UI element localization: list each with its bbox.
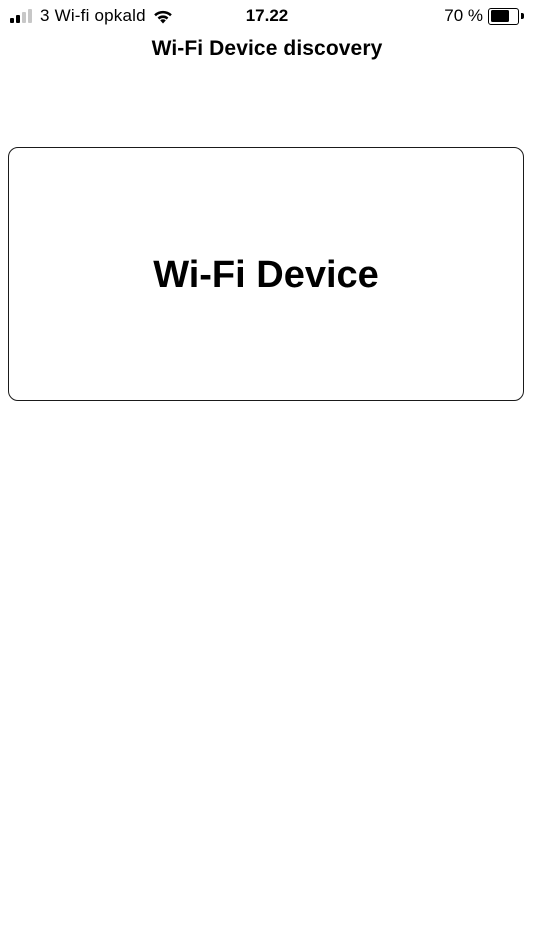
screen: 3 Wi-fi opkald 17.22 70 % Wi-Fi Device d… — [0, 0, 534, 950]
status-right: 70 % — [444, 5, 524, 27]
battery-icon — [488, 7, 519, 25]
page-title: Wi-Fi Device discovery — [151, 37, 383, 60]
battery-cap — [521, 13, 524, 19]
battery-percent: 70 % — [444, 6, 483, 25]
status-bar: 3 Wi-fi opkald 17.22 70 % — [0, 0, 534, 32]
device-card-wifi-device[interactable]: Wi-Fi Device — [8, 147, 524, 401]
device-card-label: Wi-Fi Device — [153, 253, 379, 296]
battery-fill — [490, 10, 509, 22]
